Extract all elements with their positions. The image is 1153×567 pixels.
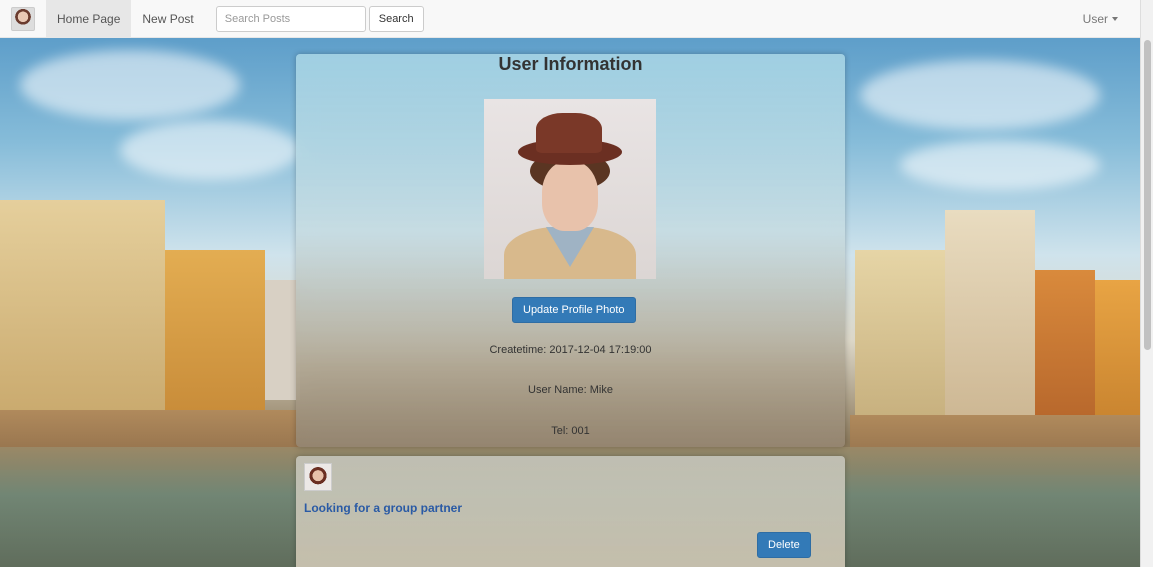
tel-text: Tel: 001 — [551, 425, 590, 437]
post-card: Looking for a group partner Delete — [296, 456, 845, 567]
search-input[interactable] — [215, 5, 366, 32]
scrollbar-thumb[interactable] — [1144, 40, 1151, 350]
search-button[interactable]: Search — [368, 5, 424, 32]
page-scrollbar[interactable] — [1140, 0, 1153, 567]
delete-post-button[interactable]: Delete — [757, 532, 811, 558]
nav-new-post[interactable]: New Post — [131, 0, 204, 38]
user-avatar-icon — [11, 6, 35, 31]
user-info-panel: User Information Update Profile Photo Cr… — [296, 54, 845, 447]
post-author-avatar — [304, 463, 332, 491]
post-title-link[interactable]: Looking for a group partner — [304, 501, 462, 515]
brand-logo[interactable] — [0, 0, 46, 38]
user-dropdown-label: User — [1082, 11, 1108, 26]
top-navbar: Home Page New Post Search User — [0, 0, 1140, 38]
chevron-down-icon — [1112, 16, 1118, 21]
nav-home-page[interactable]: Home Page — [46, 0, 132, 38]
username-text: User Name: Mike — [528, 384, 613, 396]
createtime-text: Createtime: 2017-12-04 17:19:00 — [489, 344, 652, 356]
page-title: User Information — [498, 54, 643, 74]
profile-photo — [484, 99, 656, 279]
update-profile-photo-button[interactable]: Update Profile Photo — [512, 297, 636, 323]
user-dropdown[interactable]: User — [1083, 12, 1118, 26]
